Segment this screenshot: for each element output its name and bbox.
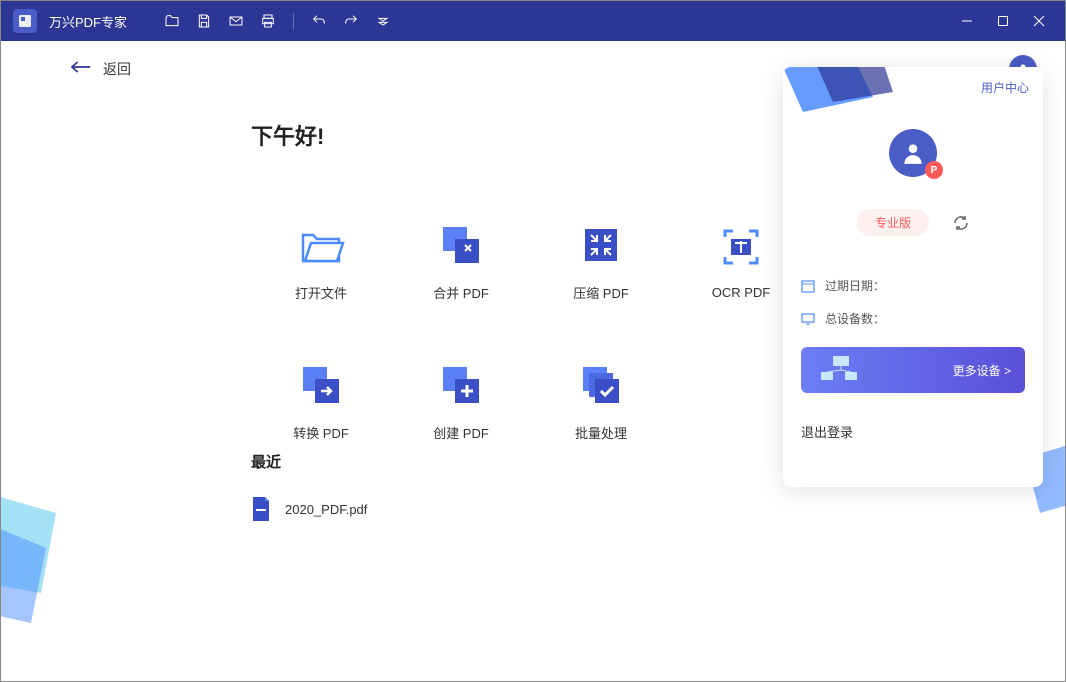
back-label: 返回 [103,59,131,79]
user-center-link[interactable]: 用户中心 [981,79,1029,96]
action-label: 压缩 PDF [573,283,629,302]
action-label: 转换 PDF [293,423,349,442]
more-button[interactable] [368,6,398,36]
app-window: 万兴PDF专家 返回 下午好! [0,0,1066,682]
back-arrow-icon [71,60,91,79]
undo-button[interactable] [304,6,334,36]
logout-button[interactable]: 退出登录 [801,422,853,441]
action-label: 合并 PDF [433,283,489,302]
action-label: 打开文件 [295,283,347,302]
action-label: OCR PDF [712,285,771,300]
titlebar: 万兴PDF专家 [1,1,1065,41]
pro-section: 专业版 [857,209,969,236]
panel-info: 过期日期： 总设备数： [801,277,1025,343]
expiry-row: 过期日期： [801,277,1025,294]
minimize-button[interactable] [949,1,985,41]
action-grid: 打开文件 合并 PDF 压缩 PDF OCR PDF [251,191,811,471]
content: 返回 下午好! 打开文件 合并 PDF [1,41,1065,682]
print-button[interactable] [253,6,283,36]
merge-pdf-action[interactable]: 合并 PDF [391,191,531,331]
save-button[interactable] [189,6,219,36]
folder-open-icon [297,221,345,269]
redo-button[interactable] [336,6,366,36]
devices-cluster-icon [815,354,863,386]
user-avatar[interactable]: P [889,129,937,177]
decorative-shape-left [0,493,86,623]
user-panel: 用户中心 P 专业版 过期日期： 总设备数： [783,67,1043,487]
back-button[interactable]: 返回 [71,59,131,79]
maximize-button[interactable] [985,1,1021,41]
avatar-pro-badge: P [925,161,943,179]
mail-button[interactable] [221,6,251,36]
open-folder-button[interactable] [157,6,187,36]
batch-process-action[interactable]: 批量处理 [531,331,671,471]
action-label: 创建 PDF [433,423,489,442]
panel-decorative-shape [783,67,903,117]
convert-pdf-action[interactable]: 转换 PDF [251,331,391,471]
open-file-action[interactable]: 打开文件 [251,191,391,331]
convert-icon [297,361,345,409]
calendar-icon [801,279,815,293]
toolbar [157,6,398,36]
devices-label: 总设备数： [825,310,885,327]
greeting-title: 下午好! [251,119,324,151]
recent-section-title: 最近 [251,451,281,472]
close-button[interactable] [1021,1,1057,41]
action-label: 批量处理 [575,423,627,442]
merge-icon [437,221,485,269]
compress-icon [577,221,625,269]
monitor-icon [801,312,815,326]
window-controls [949,1,1057,41]
ocr-icon [717,223,765,271]
compress-pdf-action[interactable]: 压缩 PDF [531,191,671,331]
toolbar-divider [293,13,294,29]
more-devices-button[interactable]: 更多设备 > [801,347,1025,393]
app-title: 万兴PDF专家 [49,12,127,31]
pdf-file-icon [251,497,271,521]
recent-file-item[interactable]: 2020_PDF.pdf [251,491,367,527]
create-pdf-action[interactable]: 创建 PDF [391,331,531,471]
devices-row: 总设备数： [801,310,1025,327]
refresh-button[interactable] [953,215,969,231]
app-icon [13,9,37,33]
batch-icon [577,361,625,409]
more-devices-label: 更多设备 > [953,362,1011,379]
create-icon [437,361,485,409]
expiry-label: 过期日期： [825,277,885,294]
recent-file-name: 2020_PDF.pdf [285,502,367,517]
pro-badge: 专业版 [857,209,929,236]
